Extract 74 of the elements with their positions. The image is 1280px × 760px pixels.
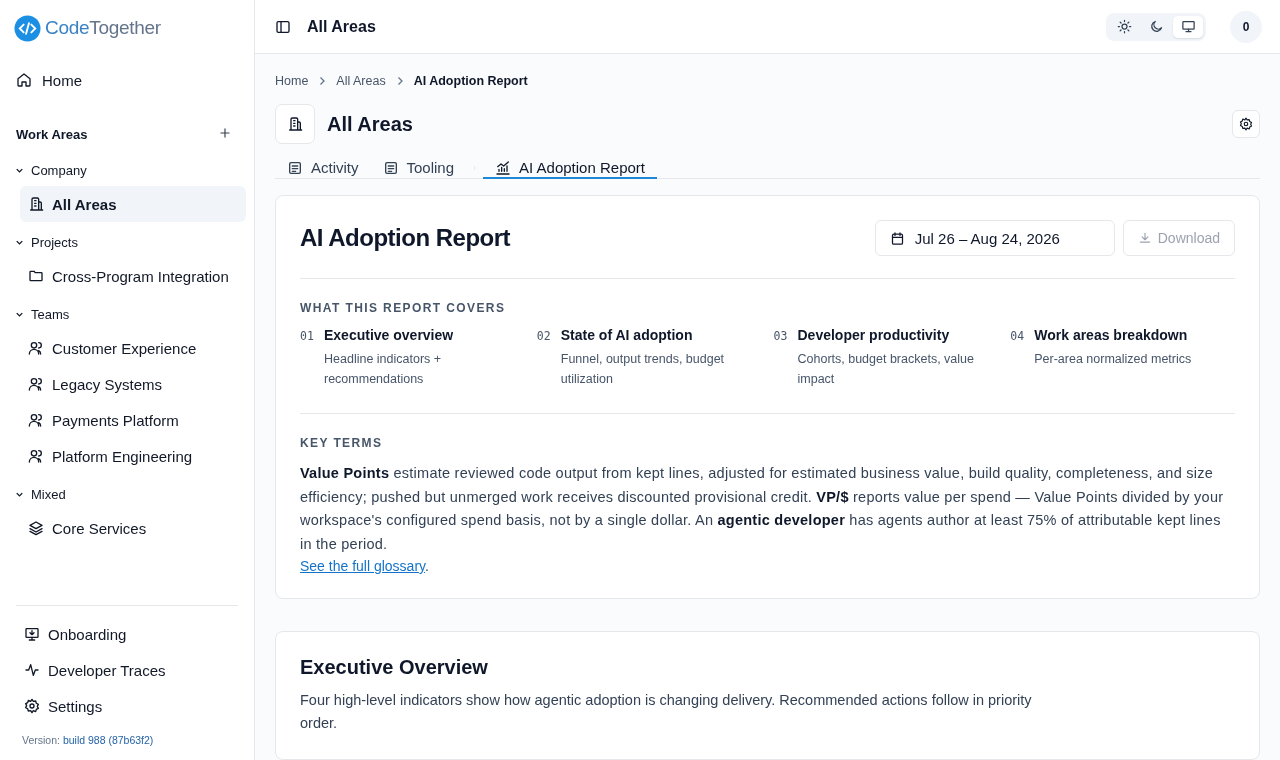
item-number: 02 [536,328,552,343]
document-icon [287,159,303,176]
sidebar-item[interactable]: Payments Platform [20,402,246,438]
group-toggle[interactable]: Teams [8,298,246,330]
report-title: AI Adoption Report [300,224,512,252]
breadcrumb-link[interactable]: Home [275,74,309,89]
building-icon [28,196,44,212]
tab[interactable]: Activity [275,158,371,179]
logo-icon [14,14,41,42]
building-icon [287,116,303,133]
activity-icon [24,662,40,678]
group-toggle[interactable]: Mixed [8,478,246,510]
section-heading: KEY TERMS [300,436,384,450]
settings-icon [1239,117,1253,132]
avatar[interactable]: 0 [1230,10,1262,43]
document-icon [382,159,399,176]
users-icon [28,340,44,356]
settings-button[interactable] [1232,110,1260,139]
users-icon [28,412,44,428]
breadcrumb-link[interactable]: All Areas [336,74,386,89]
sidebar-item[interactable]: Platform Engineering [20,438,246,474]
sun-icon [1116,19,1132,35]
download-icon [1137,231,1152,245]
cover-title: Developer productivity [797,327,951,343]
section-title: Executive Overview [300,656,489,679]
sidebar-item[interactable]: Developer Traces [16,652,246,688]
sidebar-item[interactable]: All Areas [20,186,246,222]
panel-icon [275,18,291,35]
tab[interactable]: Tooling [370,158,467,179]
item-number: 01 [300,328,315,343]
monitor-icon [24,626,40,642]
cover-description: Funnel, output trends, budget utilization [560,351,726,388]
sidebar-item[interactable]: Cross-Program Integration [20,258,246,294]
sidebar-item[interactable]: Settings [16,688,246,724]
key-terms-text: Value Points estimate reviewed code output from kept lines, adjusted for estimated business value, build quality, completeness, and size efficiency; pushed but unmerged work receives discounted provisional credit. VP/$ reports value per spend — Value Points divided by your workspace's configured spend basis, not by a single dollar. An agentic developer has agents author at least 75% of attributable kept lines in the period. [300,464,1225,554]
monitor-icon [1180,19,1196,35]
home-icon [16,72,32,88]
sidebar-item[interactable]: Customer Experience [20,330,246,366]
group-toggle[interactable]: Company [8,154,246,186]
users-icon [28,448,44,464]
layers-icon [28,520,44,536]
glossary-link[interactable]: See the full glossary [300,558,426,574]
moon-icon [1148,19,1164,35]
brand-name: CodeTogether [45,17,161,39]
cover-description: Headline indicators + recommendations [324,351,443,388]
theme-option[interactable] [1173,15,1203,38]
section-heading: WHAT THIS REPORT COVERS [300,301,507,315]
item-number: 04 [1010,328,1026,343]
section-title: Work Areas [16,126,88,142]
folder-icon [28,268,44,284]
home-link[interactable]: Home [8,62,246,98]
sidebar-item[interactable]: Legacy Systems [20,366,246,402]
chart-icon [495,159,512,176]
date-range-picker[interactable]: Jul 26 – Aug 24, 2026 [874,220,1115,256]
breadcrumb-current: AI Adoption Report [413,74,528,89]
header-title: All Areas [307,17,377,36]
settings-icon [24,698,40,714]
plus-icon [218,125,232,140]
cover-title: Work areas breakdown [1034,327,1189,343]
version-text: Version: build 988 (87b63f2) [21,733,155,748]
sidebar-item[interactable]: Onboarding [16,616,246,652]
page-title: All Areas [327,112,414,136]
cover-description: Per-area normalized metrics [1034,351,1193,368]
users-icon [28,376,44,392]
group-toggle[interactable]: Projects [8,226,246,258]
item-number: 03 [773,328,789,343]
calendar-icon [889,230,905,246]
tab[interactable]: AI Adoption Report [483,158,657,179]
overview-description: Four high-level indicators show how agentic adoption is changing delivery. Recommended actions follow in priority order. [300,691,1033,733]
sidebar-item[interactable]: Core Services [20,510,246,546]
cover-title: State of AI adoption [560,327,694,343]
cover-description: Cohorts, budget brackets, value impact [797,351,975,388]
cover-title: Executive overview [324,327,455,343]
punctuation-text: . [425,558,429,574]
